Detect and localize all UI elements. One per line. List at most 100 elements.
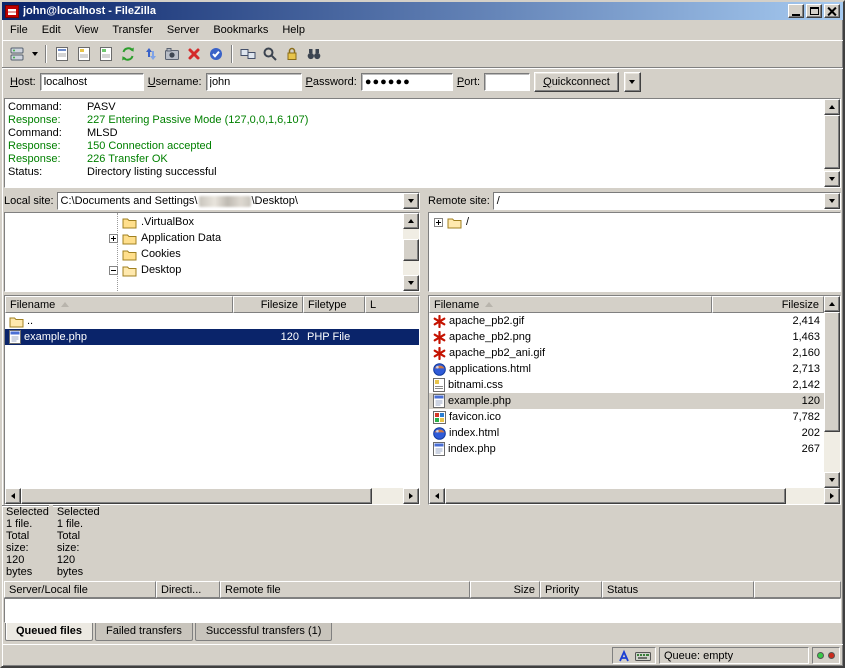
menu-file[interactable]: File [3, 21, 35, 39]
scroll-track[interactable] [445, 488, 824, 504]
remote-site-label: Remote site: [428, 195, 490, 207]
column-header-server-local-file[interactable]: Server/Local file [4, 581, 156, 598]
port-input[interactable] [484, 73, 530, 91]
file-row[interactable]: index.php 267 [429, 441, 824, 457]
refresh-icon[interactable] [117, 43, 139, 65]
file-row[interactable]: index.html 202 [429, 425, 824, 441]
scroll-track[interactable] [21, 488, 403, 504]
menu-edit[interactable]: Edit [35, 21, 68, 39]
tree-item[interactable]: / [429, 214, 840, 230]
file-row[interactable]: apache_pb2.png 1,463 [429, 329, 824, 345]
scroll-down-button[interactable] [824, 472, 840, 488]
file-row[interactable]: apache_pb2.gif 2,414 [429, 313, 824, 329]
scroll-thumb[interactable] [445, 488, 786, 504]
scroll-left-button[interactable] [5, 488, 21, 504]
tree-expander-plus-icon[interactable] [109, 234, 118, 243]
log-scrollbar[interactable] [824, 99, 840, 187]
column-header-lastmodified[interactable]: L [365, 296, 419, 313]
column-header-size[interactable]: Size [470, 581, 540, 598]
column-header-filetype[interactable]: Filetype [303, 296, 365, 313]
scroll-thumb[interactable] [824, 115, 840, 169]
column-header-direction[interactable]: Directi... [156, 581, 220, 598]
cancel-icon[interactable] [183, 43, 205, 65]
remote-list-scrollbar[interactable] [824, 296, 840, 488]
scroll-right-button[interactable] [824, 488, 840, 504]
close-button[interactable] [824, 4, 840, 18]
scroll-left-button[interactable] [429, 488, 445, 504]
file-row[interactable]: apache_pb2_ani.gif 2,160 [429, 345, 824, 361]
tab-failed-transfers[interactable]: Failed transfers [95, 623, 193, 641]
toggle-message-log-icon[interactable] [51, 43, 73, 65]
scroll-thumb[interactable] [21, 488, 372, 504]
scroll-track[interactable] [824, 115, 840, 171]
file-row[interactable]: .. [5, 313, 419, 329]
menu-view[interactable]: View [68, 21, 106, 39]
file-row-selected[interactable]: example.php 120 PHP File [5, 329, 419, 345]
column-header-remote-file[interactable]: Remote file [220, 581, 470, 598]
tab-queued-files[interactable]: Queued files [5, 623, 93, 641]
column-header-filesize[interactable]: Filesize [233, 296, 303, 313]
directory-comparison-icon[interactable] [237, 43, 259, 65]
file-row[interactable]: bitnami.css 2,142 [429, 377, 824, 393]
column-header-status[interactable]: Status [602, 581, 754, 598]
tree-item[interactable]: Cookies [5, 246, 403, 262]
remote-site-combobox[interactable]: / [493, 192, 841, 210]
queue-body[interactable] [4, 598, 841, 623]
column-header-filename[interactable]: Filename [429, 296, 712, 313]
local-tree-scrollbar[interactable] [403, 213, 419, 291]
tree-item[interactable]: Desktop [5, 262, 403, 278]
maximize-button[interactable] [806, 4, 822, 18]
camera-icon[interactable] [161, 43, 183, 65]
scroll-down-button[interactable] [403, 275, 419, 291]
scroll-track[interactable] [403, 229, 419, 275]
ok-badge-icon[interactable] [205, 43, 227, 65]
scroll-up-button[interactable] [403, 213, 419, 229]
minimize-button[interactable] [788, 4, 804, 18]
menu-help[interactable]: Help [275, 21, 312, 39]
quickconnect-dropdown-button[interactable] [624, 72, 641, 92]
find-files-icon[interactable] [303, 43, 325, 65]
file-row-selected[interactable]: example.php 120 [429, 393, 824, 409]
scroll-down-button[interactable] [824, 171, 840, 187]
password-input[interactable] [361, 73, 453, 91]
tree-expander-slot [109, 234, 122, 243]
process-queue-icon[interactable] [139, 43, 161, 65]
tree-item[interactable]: Application Data [5, 230, 403, 246]
local-list-hscrollbar[interactable] [5, 488, 419, 504]
menu-transfer[interactable]: Transfer [105, 21, 160, 39]
local-site-combobox[interactable]: C:\Documents and Settings\\Desktop\ [57, 192, 420, 210]
tree-item[interactable]: .VirtualBox [5, 214, 403, 230]
column-header-filename[interactable]: Filename [5, 296, 233, 313]
local-site-dropdown-button[interactable] [403, 193, 419, 209]
tree-expander-plus-icon[interactable] [434, 218, 443, 227]
tab-successful-transfers[interactable]: Successful transfers (1) [195, 623, 333, 641]
file-row[interactable]: applications.html 2,713 [429, 361, 824, 377]
site-manager-dropdown-icon[interactable] [28, 43, 41, 65]
queue-header: Server/Local file Directi... Remote file… [4, 581, 841, 598]
remote-site-dropdown-button[interactable] [824, 193, 840, 209]
scroll-right-button[interactable] [403, 488, 419, 504]
tree-expander-minus-icon[interactable] [109, 266, 118, 275]
synchronized-browsing-icon[interactable] [281, 43, 303, 65]
file-row[interactable]: favicon.ico 7,782 [429, 409, 824, 425]
quickconnect-button[interactable]: Quickconnect [534, 72, 619, 92]
column-header-filesize[interactable]: Filesize [712, 296, 824, 313]
remote-list-header: Filename Filesize [429, 296, 824, 313]
host-input[interactable] [40, 73, 144, 91]
window-title: john@localhost - FileZilla [23, 5, 786, 17]
filter-icon[interactable] [259, 43, 281, 65]
column-header-priority[interactable]: Priority [540, 581, 602, 598]
site-manager-icon[interactable] [6, 43, 28, 65]
scroll-track[interactable] [824, 312, 840, 472]
scroll-thumb[interactable] [824, 312, 840, 432]
scroll-up-button[interactable] [824, 296, 840, 312]
toolbar-separator [45, 45, 47, 63]
toggle-remote-tree-icon[interactable] [95, 43, 117, 65]
scroll-up-button[interactable] [824, 99, 840, 115]
username-input[interactable] [206, 73, 302, 91]
menu-server[interactable]: Server [160, 21, 206, 39]
scroll-thumb[interactable] [403, 239, 419, 261]
remote-list-hscrollbar[interactable] [429, 488, 840, 504]
menu-bookmarks[interactable]: Bookmarks [206, 21, 275, 39]
toggle-local-tree-icon[interactable] [73, 43, 95, 65]
